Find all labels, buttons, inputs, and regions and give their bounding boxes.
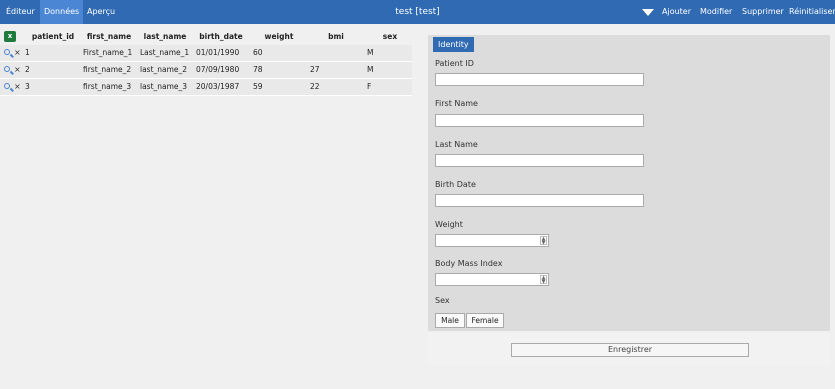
cell-first-name: first_name_3 <box>83 82 132 91</box>
search-icon[interactable] <box>4 83 10 89</box>
col-header-sex[interactable]: sex <box>368 28 412 45</box>
sex-female-button[interactable]: Female <box>466 313 504 328</box>
delete-button[interactable]: Supprimer <box>742 0 784 24</box>
weight-input[interactable]: ▲ ▼ <box>435 234 549 247</box>
cell-last-name: last_name_2 <box>140 65 188 74</box>
close-icon[interactable]: × <box>14 62 21 78</box>
data-table: x patient_id first_name last_name birth_… <box>0 28 412 96</box>
col-header-patient-id[interactable]: patient_id <box>30 28 76 45</box>
cell-sex: M <box>367 48 374 57</box>
sex-male-button[interactable]: Male <box>435 313 465 328</box>
spinner-arrows-icon[interactable]: ▲ ▼ <box>540 236 547 246</box>
reset-button[interactable]: Réinitialiser <box>789 0 835 24</box>
cell-patient-id: 2 <box>25 65 30 74</box>
cell-bmi: 27 <box>310 65 320 74</box>
cell-birth-date: 07/09/1980 <box>196 65 240 74</box>
close-icon[interactable]: × <box>14 79 21 95</box>
table-header: x patient_id first_name last_name birth_… <box>0 28 412 45</box>
cell-first-name: first_name_2 <box>83 65 132 74</box>
spinner-arrows-icon[interactable]: ▲ ▼ <box>540 275 547 285</box>
top-bar: Éditeur Données Aperçu test [test] Ajout… <box>0 0 835 24</box>
form-legend: Identity <box>433 37 474 52</box>
birth-date-input[interactable] <box>435 194 644 207</box>
weight-label: Weight <box>435 220 463 229</box>
tab-apercu[interactable]: Aperçu <box>87 0 115 24</box>
edit-button[interactable]: Modifier <box>700 0 732 24</box>
cell-sex: M <box>367 65 374 74</box>
first-name-input[interactable] <box>435 114 644 127</box>
col-header-last-name[interactable]: last_name <box>140 28 190 45</box>
cell-birth-date: 01/01/1990 <box>196 48 240 57</box>
col-header-weight[interactable]: weight <box>254 28 304 45</box>
dropdown-triangle-icon[interactable] <box>642 9 654 16</box>
col-header-first-name[interactable]: first_name <box>84 28 134 45</box>
patient-id-input[interactable] <box>435 73 644 86</box>
col-header-bmi[interactable]: bmi <box>312 28 360 45</box>
bmi-label: Body Mass Index <box>435 259 503 268</box>
cell-weight: 59 <box>253 82 263 91</box>
cell-weight: 60 <box>253 48 263 57</box>
table-row[interactable]: × 3 first_name_3 last_name_3 20/03/1987 … <box>0 79 412 96</box>
col-header-birth-date[interactable]: birth_date <box>196 28 246 45</box>
last-name-input[interactable] <box>435 154 644 167</box>
save-button[interactable]: Enregistrer <box>511 343 749 357</box>
cell-first-name: First_name_1 <box>83 48 133 57</box>
first-name-label: First Name <box>435 99 478 108</box>
patient-id-label: Patient ID <box>435 59 474 68</box>
add-button[interactable]: Ajouter <box>662 0 691 24</box>
close-icon[interactable]: × <box>14 45 21 61</box>
tab-editeur[interactable]: Éditeur <box>6 0 35 24</box>
table-row[interactable]: × 1 First_name_1 Last_name_1 01/01/1990 … <box>0 45 412 62</box>
search-icon[interactable] <box>4 49 10 55</box>
cell-birth-date: 20/03/1987 <box>196 82 240 91</box>
birth-date-label: Birth Date <box>435 180 476 189</box>
cell-weight: 78 <box>253 65 263 74</box>
excel-icon[interactable]: x <box>4 31 16 42</box>
cell-last-name: Last_name_1 <box>140 48 190 57</box>
cell-patient-id: 1 <box>25 48 30 57</box>
cell-sex: F <box>367 82 372 91</box>
cell-patient-id: 3 <box>25 82 30 91</box>
last-name-label: Last Name <box>435 140 478 149</box>
table-row[interactable]: × 2 first_name_2 last_name_2 07/09/1980 … <box>0 62 412 79</box>
bmi-input[interactable]: ▲ ▼ <box>435 273 549 286</box>
sex-label: Sex <box>435 296 450 305</box>
tab-donnees[interactable]: Données <box>40 0 84 24</box>
cell-last-name: last_name_3 <box>140 82 188 91</box>
search-icon[interactable] <box>4 66 10 72</box>
cell-bmi: 22 <box>310 82 320 91</box>
